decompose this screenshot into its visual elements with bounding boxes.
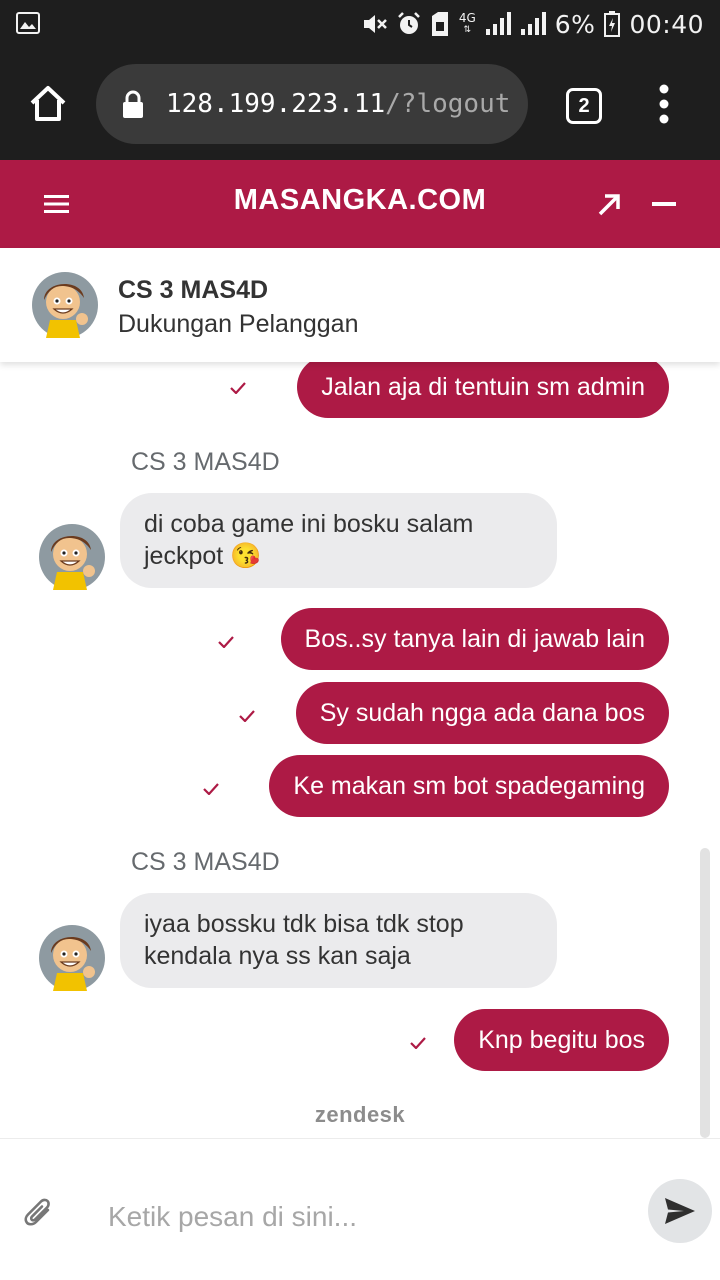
clock: 00:40 [629, 9, 704, 39]
agent-message: di coba game ini bosku salam jeckpot 😘 [120, 493, 557, 588]
agent-name: CS 3 MAS4D [118, 276, 269, 304]
read-check-icon [230, 382, 246, 394]
agent-avatar [39, 925, 105, 991]
agent-avatar [32, 272, 98, 338]
agent-role: Dukungan Pelanggan [118, 310, 359, 338]
read-check-icon [410, 1037, 426, 1049]
alarm-icon [397, 12, 420, 34]
agent-sender-label: CS 3 MAS4D [131, 448, 280, 476]
popout-arrow-icon[interactable] [597, 193, 621, 217]
minimize-button[interactable] [652, 202, 676, 206]
chat-log[interactable]: Jalan aja di tentuin sm admin CS 3 MAS4D… [0, 362, 720, 1138]
url-host: 128.199.223.11 [166, 89, 386, 119]
signal-icon [485, 12, 511, 35]
agent-message-line: kendala nya ss kan saja [144, 942, 411, 970]
sim-card-icon [431, 12, 448, 36]
address-bar[interactable]: 128.199.223.11/?logout [96, 64, 528, 144]
send-button[interactable] [648, 1179, 712, 1243]
agent-message-line: di coba game ini bosku salam [144, 510, 474, 538]
status-bar: 4G ⇅ 6% 00:40 [0, 0, 720, 48]
browser-toolbar: 128.199.223.11/?logout 2 [0, 48, 720, 160]
user-message: Ke makan sm bot spadegaming [269, 755, 669, 817]
chat-scrollbar[interactable] [700, 848, 710, 1138]
agent-message: iyaa bossku tdk bisa tdk stop kendala ny… [120, 893, 557, 988]
zendesk-logo: zendesk [314, 1102, 406, 1127]
network-type: 4G ⇅ [458, 11, 476, 35]
user-message: Knp begitu bos [454, 1009, 669, 1071]
lock-icon [123, 90, 143, 118]
agent-message-line: jeckpot 😘 [144, 542, 262, 570]
read-check-icon [218, 636, 234, 648]
message-composer [0, 1138, 720, 1280]
battery-icon [604, 11, 621, 37]
paperclip-icon[interactable] [24, 1195, 54, 1229]
user-message: Jalan aja di tentuin sm admin [297, 362, 669, 418]
send-icon [665, 1198, 695, 1224]
gallery-notification-icon [16, 12, 40, 34]
message-input[interactable] [108, 1195, 628, 1239]
user-message: Sy sudah ngga ada dana bos [295, 682, 669, 744]
read-check-icon [203, 783, 219, 795]
read-check-icon [239, 710, 255, 722]
agent-header: CS 3 MAS4D Dukungan Pelanggan [0, 248, 720, 362]
signal-icon-2 [520, 12, 546, 35]
url-path: /?logout [385, 89, 511, 119]
more-menu-icon[interactable] [655, 84, 673, 124]
user-message: Bos..sy tanya lain di jawab lain [280, 608, 669, 670]
chat-widget-header: MASANGKA.COM [0, 160, 720, 248]
agent-message-line: iyaa bossku tdk bisa tdk stop [144, 910, 464, 938]
tab-switcher-button[interactable]: 2 [566, 88, 602, 124]
agent-avatar [39, 524, 105, 590]
home-icon[interactable] [28, 84, 68, 124]
vibrate-mute-icon [363, 15, 387, 33]
battery-percent: 6% [554, 9, 596, 39]
agent-sender-label: CS 3 MAS4D [131, 848, 280, 876]
